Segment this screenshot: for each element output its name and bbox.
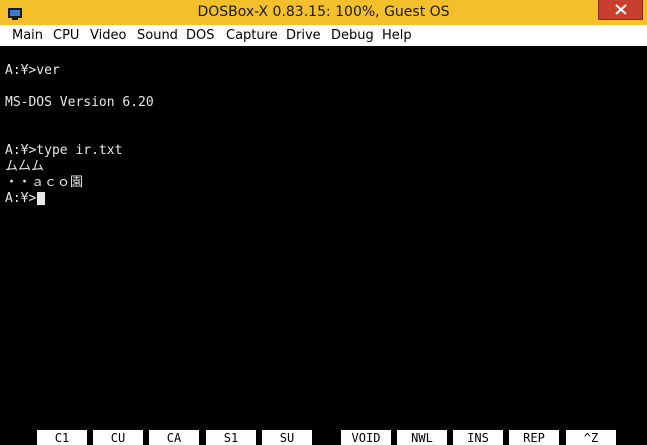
function-key-1[interactable]: C1 <box>37 430 87 445</box>
menu-main[interactable]: Main <box>12 25 43 46</box>
menu-sound[interactable]: Sound <box>137 25 178 46</box>
console-line: A:¥>type ir.txt <box>5 143 123 158</box>
menu-debug[interactable]: Debug <box>331 25 374 46</box>
function-key-6[interactable]: VOID <box>341 430 391 445</box>
dosbox-app-icon[interactable] <box>7 5 23 21</box>
function-key-7[interactable]: NWL <box>397 430 447 445</box>
function-key-5[interactable]: SU <box>262 430 312 445</box>
function-key-2[interactable]: CU <box>93 430 143 445</box>
close-button[interactable] <box>598 0 643 20</box>
close-icon <box>615 4 627 15</box>
dosbox-window: DOSBox-X 0.83.15: 100%, Guest OS Main CP… <box>0 0 647 445</box>
window-title: DOSBox-X 0.83.15: 100%, Guest OS <box>197 4 450 20</box>
menu-drive[interactable]: Drive <box>286 25 321 46</box>
console-line: A:¥>ver <box>5 63 60 78</box>
menu-bar: Main CPU Video Sound DOS Capture Drive D… <box>0 25 647 46</box>
menu-cpu[interactable]: CPU <box>53 25 79 46</box>
function-key-8[interactable]: INS <box>453 430 503 445</box>
function-key-4[interactable]: S1 <box>206 430 256 445</box>
menu-help[interactable]: Help <box>382 25 412 46</box>
command-prompt: A:¥> <box>5 191 37 206</box>
menu-capture[interactable]: Capture <box>226 25 278 46</box>
function-key-9[interactable]: REP <box>509 430 559 445</box>
console-line: ム厶ム <box>5 159 45 174</box>
dos-console[interactable]: A:¥>ver MS-DOS Version 6.20 A:¥>type ir.… <box>0 46 647 430</box>
menu-dos[interactable]: DOS <box>186 25 215 46</box>
console-line: MS-DOS Version 6.20 <box>5 95 154 110</box>
text-cursor <box>37 192 45 205</box>
console-line: ・・ａｃｏ園 <box>5 175 84 190</box>
function-key-3[interactable]: CA <box>149 430 199 445</box>
function-key-bar: C1 CU CA S1 SU VOID NWL INS REP ^Z <box>0 430 647 445</box>
function-key-10[interactable]: ^Z <box>566 430 616 445</box>
title-bar[interactable]: DOSBox-X 0.83.15: 100%, Guest OS <box>0 0 647 25</box>
menu-video[interactable]: Video <box>90 25 126 46</box>
